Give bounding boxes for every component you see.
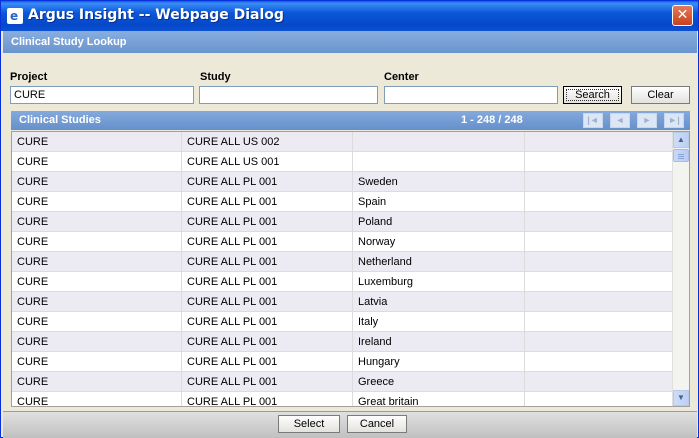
table-cell: CURE (12, 392, 182, 406)
table-cell: CURE (12, 152, 182, 172)
table-row[interactable]: CURE CURE ALL US 002 (12, 132, 674, 152)
table-row[interactable]: CURE CURE ALL PL 001 Greece (12, 372, 674, 392)
record-count: 1 - 248 / 248 (461, 114, 523, 126)
table-cell: CURE (12, 132, 182, 152)
table-row[interactable]: CURE CURE ALL PL 001 Italy (12, 312, 674, 332)
table-cell: Spain (353, 192, 525, 212)
table-row[interactable]: CURE CURE ALL PL 001 Luxemburg (12, 272, 674, 292)
last-page-button[interactable]: ►| (664, 113, 684, 128)
table-cell: Latvia (353, 292, 525, 312)
grid-header: Clinical Studies 1 - 248 / 248 |◄ ◄ ► ►| (11, 111, 690, 130)
table-cell: CURE (12, 272, 182, 292)
table-cell (525, 212, 674, 232)
center-label: Center (384, 71, 419, 83)
table-cell: CURE (12, 252, 182, 272)
select-button[interactable]: Select (278, 415, 340, 433)
table-cell: CURE (12, 352, 182, 372)
study-label: Study (200, 71, 231, 83)
table-cell (525, 312, 674, 332)
table-cell (525, 372, 674, 392)
scroll-thumb[interactable] (673, 149, 689, 162)
dialog-window: e Argus Insight -- Webpage Dialog ✕ Clin… (0, 0, 699, 438)
window-title: Argus Insight -- Webpage Dialog (28, 7, 284, 23)
table-cell: CURE (12, 192, 182, 212)
table-row[interactable]: CURE CURE ALL US 001 (12, 152, 674, 172)
table-cell (525, 332, 674, 352)
table-cell: CURE ALL PL 001 (182, 272, 353, 292)
table-cell (525, 232, 674, 252)
first-page-button[interactable]: |◄ (583, 113, 603, 128)
close-button[interactable]: ✕ (672, 5, 693, 26)
table-cell: CURE ALL PL 001 (182, 292, 353, 312)
table-cell: CURE ALL PL 001 (182, 372, 353, 392)
table-cell: Norway (353, 232, 525, 252)
center-input[interactable] (384, 86, 558, 104)
table-cell: Italy (353, 312, 525, 332)
table-cell: CURE (12, 292, 182, 312)
project-label: Project (10, 71, 48, 83)
table-row[interactable]: CURE CURE ALL PL 001 Sweden (12, 172, 674, 192)
next-page-button[interactable]: ► (637, 113, 657, 128)
table-cell (525, 172, 674, 192)
table-cell (525, 392, 674, 406)
clear-button[interactable]: Clear (631, 86, 690, 104)
scroll-up-button[interactable]: ▲ (673, 132, 689, 148)
table-cell (525, 352, 674, 372)
table-cell: CURE ALL PL 001 (182, 352, 353, 372)
table-cell: Great britain (353, 392, 525, 406)
table-cell: CURE ALL PL 001 (182, 192, 353, 212)
table-cell: CURE (12, 172, 182, 192)
table-row[interactable]: CURE CURE ALL PL 001 Netherland (12, 252, 674, 272)
table-row[interactable]: CURE CURE ALL PL 001 Great britain (12, 392, 674, 406)
table-cell: Hungary (353, 352, 525, 372)
scroll-down-button[interactable]: ▼ (673, 390, 689, 406)
table-cell (353, 152, 525, 172)
prev-page-button[interactable]: ◄ (610, 113, 630, 128)
table-cell (525, 152, 674, 172)
table-cell: CURE (12, 212, 182, 232)
table-cell: CURE (12, 312, 182, 332)
title-bar[interactable]: e Argus Insight -- Webpage Dialog ✕ (1, 1, 698, 31)
table-cell: CURE ALL US 002 (182, 132, 353, 152)
table-cell: CURE ALL PL 001 (182, 232, 353, 252)
table-cell: CURE (12, 372, 182, 392)
table-row[interactable]: CURE CURE ALL PL 001 Ireland (12, 332, 674, 352)
ie-app-icon: e (7, 8, 23, 24)
table-cell: Sweden (353, 172, 525, 192)
table-cell (525, 192, 674, 212)
section-title: Clinical Study Lookup (3, 31, 697, 53)
project-input[interactable] (10, 86, 194, 104)
table-row[interactable]: CURE CURE ALL PL 001 Latvia (12, 292, 674, 312)
table-cell: Greece (353, 372, 525, 392)
table-cell (353, 132, 525, 152)
study-input[interactable] (199, 86, 378, 104)
table-cell: CURE ALL PL 001 (182, 252, 353, 272)
table-cell (525, 132, 674, 152)
clinical-studies-table: CURE CURE ALL US 002 CURE CURE ALL US 001 CU… (11, 131, 690, 407)
table-cell: CURE (12, 332, 182, 352)
table-cell: CURE ALL PL 001 (182, 212, 353, 232)
table-cell: Ireland (353, 332, 525, 352)
table-row[interactable]: CURE CURE ALL PL 001 Spain (12, 192, 674, 212)
table-cell (525, 252, 674, 272)
table-cell: Poland (353, 212, 525, 232)
table-cell: CURE ALL US 001 (182, 152, 353, 172)
table-cell: CURE ALL PL 001 (182, 172, 353, 192)
table-cell: CURE ALL PL 001 (182, 332, 353, 352)
vertical-scrollbar[interactable]: ▲ ▼ (672, 132, 689, 406)
cancel-button[interactable]: Cancel (347, 415, 407, 433)
search-button[interactable]: Search (563, 86, 622, 104)
table-row[interactable]: CURE CURE ALL PL 001 Poland (12, 212, 674, 232)
table-cell (525, 292, 674, 312)
table-row[interactable]: CURE CURE ALL PL 001 Norway (12, 232, 674, 252)
table-cell: CURE (12, 232, 182, 252)
table-row[interactable]: CURE CURE ALL PL 001 Hungary (12, 352, 674, 372)
grid-title: Clinical Studies (19, 114, 101, 126)
table-cell (525, 272, 674, 292)
table-cell: Netherland (353, 252, 525, 272)
table-cell: CURE ALL PL 001 (182, 392, 353, 406)
table-cell: Luxemburg (353, 272, 525, 292)
table-cell: CURE ALL PL 001 (182, 312, 353, 332)
